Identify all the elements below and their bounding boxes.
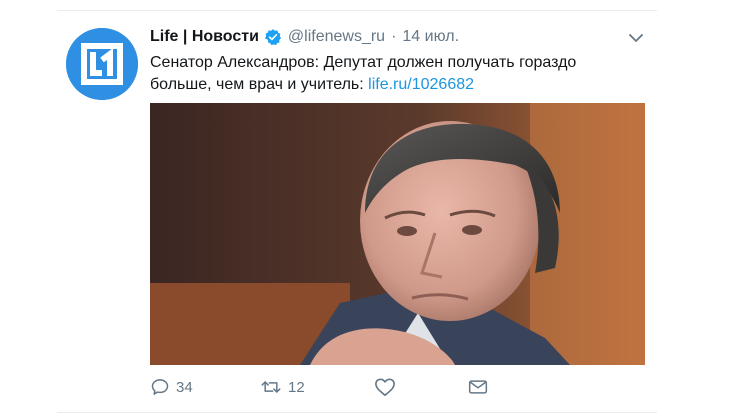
verified-badge-icon bbox=[264, 29, 281, 46]
bottom-divider bbox=[57, 412, 657, 413]
tweet-actions: 34 12 bbox=[150, 376, 645, 398]
retweet-count: 12 bbox=[288, 378, 305, 396]
header-separator: · bbox=[391, 28, 397, 45]
avatar[interactable] bbox=[66, 28, 138, 100]
chevron-down-icon[interactable] bbox=[628, 33, 644, 43]
tweet-text: Сенатор Александров: Депутат должен полу… bbox=[150, 52, 640, 96]
tweet-photo[interactable] bbox=[150, 103, 645, 365]
photo-senator bbox=[150, 103, 645, 365]
top-divider bbox=[57, 10, 657, 11]
reply-button[interactable]: 34 bbox=[150, 376, 193, 398]
like-icon bbox=[375, 378, 395, 396]
tweet-header: Life | Новости @lifenews_ru · 14 июл. bbox=[150, 27, 459, 47]
tweet-date[interactable]: 14 июл. bbox=[402, 27, 459, 47]
author-handle[interactable]: @lifenews_ru bbox=[288, 27, 385, 47]
tweet-link[interactable]: life.ru/1026682 bbox=[368, 76, 474, 93]
direct-message-icon bbox=[468, 380, 488, 394]
life-logo-icon bbox=[66, 28, 138, 100]
message-button[interactable] bbox=[468, 376, 488, 398]
reply-count: 34 bbox=[176, 378, 193, 396]
tweet-body: Сенатор Александров: Депутат должен полу… bbox=[150, 54, 577, 93]
like-button[interactable] bbox=[374, 376, 396, 398]
retweet-icon bbox=[261, 381, 281, 393]
reply-icon bbox=[151, 379, 169, 395]
author-name[interactable]: Life | Новости bbox=[150, 27, 259, 47]
retweet-button[interactable]: 12 bbox=[260, 376, 305, 398]
